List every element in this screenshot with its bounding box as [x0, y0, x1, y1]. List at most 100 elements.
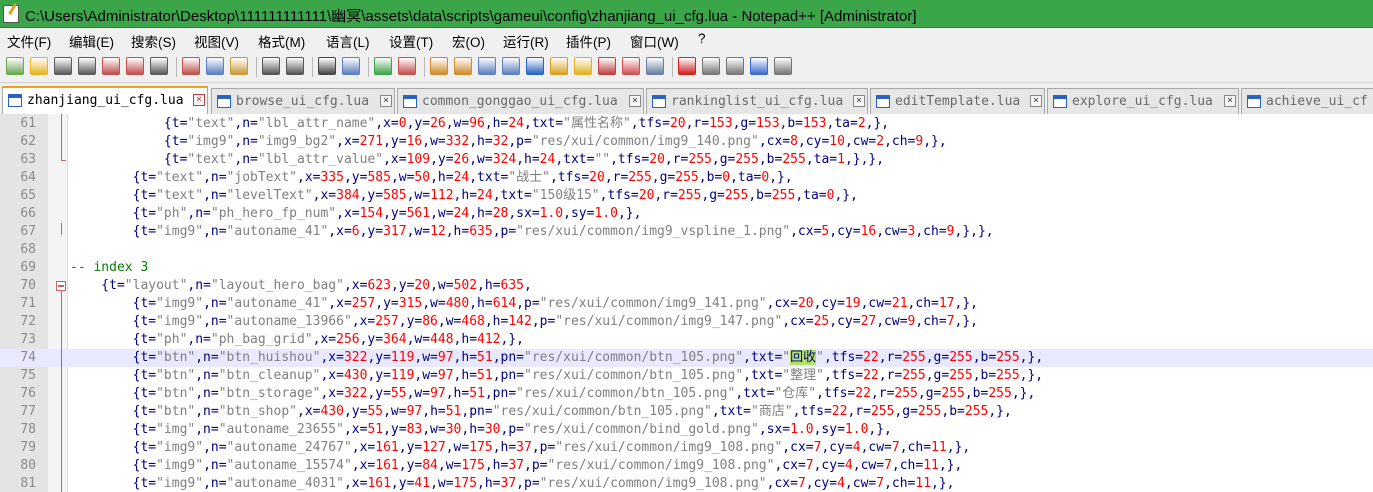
code-token: ,txt= — [555, 152, 595, 167]
monitor-icon[interactable] — [646, 57, 664, 75]
find-icon[interactable] — [318, 57, 336, 75]
udl-icon[interactable] — [550, 57, 568, 75]
tab-zhanjiang-ui-cfg[interactable]: zhanjiang_ui_cfg.lua × — [2, 86, 208, 115]
code-line[interactable]: 80 {t="img9",n="autoname_15574",x=161,y=… — [0, 457, 1373, 475]
menu-language[interactable]: 语言(L) — [326, 31, 370, 51]
copy-icon[interactable] — [206, 57, 224, 75]
stop-record-icon[interactable] — [702, 57, 720, 75]
code-text: {t="img9",n="autoname_41",x=6,y=317,w=12… — [70, 223, 994, 241]
run-multiple-icon[interactable] — [750, 57, 768, 75]
code-line[interactable]: 63 {t="text",n="lbl_attr_value",x=109,y=… — [0, 151, 1373, 169]
code-line[interactable]: 61 {t="text",n="lbl_attr_name",x=0,y=26,… — [0, 115, 1373, 133]
code-line[interactable]: 70 {t="layout",n="layout_hero_bag",x=623… — [0, 277, 1373, 295]
close-tab-icon[interactable]: × — [1030, 95, 1042, 107]
code-token: ,}, — [954, 314, 978, 329]
code-token: 255 — [949, 350, 973, 365]
undo-icon[interactable] — [262, 57, 280, 75]
tab-achieve-ui-cfg[interactable]: achieve_ui_cf — [1241, 88, 1373, 114]
code-line[interactable]: 78 {t="img",n="autoname_23655",x=51,y=83… — [0, 421, 1373, 439]
sync-h-icon[interactable] — [454, 57, 472, 75]
tab-browse-ui-cfg[interactable]: browse_ui_cfg.lua × — [211, 88, 395, 114]
sync-v-icon[interactable] — [430, 57, 448, 75]
doc-map-icon[interactable] — [574, 57, 592, 75]
tab-edit-template[interactable]: editTemplate.lua × — [870, 88, 1045, 114]
close-all-icon[interactable] — [126, 57, 144, 75]
menu-help[interactable]: ? — [698, 31, 706, 46]
new-file-icon[interactable] — [6, 57, 24, 75]
code-token: 28 — [492, 206, 509, 221]
menu-edit[interactable]: 编辑(E) — [69, 31, 114, 51]
fold-collapse-icon[interactable] — [56, 281, 66, 291]
function-list-icon[interactable] — [598, 57, 616, 75]
zoom-in-icon[interactable] — [374, 57, 392, 75]
code-token: ,x= — [351, 440, 376, 455]
code-token: ,w= — [422, 296, 446, 311]
code-token: 255 — [675, 170, 699, 185]
show-all-chars-icon[interactable] — [502, 57, 520, 75]
indent-guide-icon[interactable] — [526, 57, 544, 75]
close-tab-icon[interactable]: × — [853, 95, 865, 107]
code-line[interactable]: 77 {t="btn",n="btn_shop",x=430,y=55,w=97… — [0, 403, 1373, 421]
zoom-out-icon[interactable] — [398, 57, 416, 75]
paste-icon[interactable] — [230, 57, 248, 75]
code-text: -- index 3 — [70, 259, 148, 277]
code-token: ,ch= — [884, 476, 916, 491]
code-line[interactable]: 68 — [0, 241, 1373, 259]
close-tab-icon[interactable]: × — [193, 94, 205, 106]
record-macro-icon[interactable] — [678, 57, 696, 75]
redo-icon[interactable] — [286, 57, 304, 75]
tab-rankinglist-ui-cfg[interactable]: rankinglist_ui_cfg.lua × — [646, 88, 868, 114]
code-line[interactable]: 73 {t="ph",n="ph_bag_grid",x=256,y=364,w… — [0, 331, 1373, 349]
code-line[interactable]: 79 {t="img9",n="autoname_24767",x=161,y=… — [0, 439, 1373, 457]
word-wrap-icon[interactable] — [478, 57, 496, 75]
menu-settings[interactable]: 设置(T) — [389, 31, 433, 51]
code-token: 26 — [453, 152, 470, 167]
menu-plugins[interactable]: 插件(P) — [566, 31, 611, 51]
code-line[interactable]: 76 {t="btn",n="btn_storage",x=322,y=55,w… — [0, 385, 1373, 403]
close-icon[interactable] — [102, 57, 120, 75]
save-macro-icon[interactable] — [774, 57, 792, 75]
menu-macro[interactable]: 宏(O) — [452, 31, 485, 51]
code-line[interactable]: 65 {t="text",n="levelText",x=384,y=585,w… — [0, 187, 1373, 205]
code-token: 255 — [996, 368, 1020, 383]
code-line[interactable]: 72 {t="img9",n="autoname_13966",x=257,y=… — [0, 313, 1373, 331]
code-token: {t= — [70, 116, 188, 131]
close-tab-icon[interactable]: × — [629, 95, 641, 107]
code-token: ,}, — [923, 134, 947, 149]
code-line[interactable]: 67 {t="img9",n="autoname_41",x=6,y=317,w… — [0, 223, 1373, 241]
menu-format[interactable]: 格式(M) — [258, 31, 305, 51]
code-token: "btn_huishou" — [218, 350, 321, 365]
code-token: 324 — [492, 152, 517, 167]
save-icon[interactable] — [54, 57, 72, 75]
code-token: ,h= — [430, 170, 454, 185]
save-all-icon[interactable] — [78, 57, 96, 75]
menu-window[interactable]: 窗口(W) — [630, 31, 679, 51]
code-line[interactable]: 81 {t="img9",n="autoname_4031",x=161,y=4… — [0, 475, 1373, 492]
code-line[interactable]: 62 {t="img9",n="img9_bg2",x=271,y=16,w=3… — [0, 133, 1373, 151]
menu-search[interactable]: 搜索(S) — [131, 31, 176, 51]
tab-explore-ui-cfg[interactable]: explore_ui_cfg.lua × — [1047, 88, 1239, 114]
close-tab-icon[interactable]: × — [380, 95, 392, 107]
close-tab-icon[interactable]: × — [1224, 95, 1236, 107]
code-line[interactable]: 74 {t="btn",n="btn_huishou",x=322,y=119,… — [0, 349, 1373, 367]
print-icon[interactable] — [150, 57, 168, 75]
folder-workspace-icon[interactable] — [622, 57, 640, 75]
code-line[interactable]: 75 {t="btn",n="btn_cleanup",x=430,y=119,… — [0, 367, 1373, 385]
code-token: ,},}, — [954, 224, 994, 239]
code-line[interactable]: 66 {t="ph",n="ph_hero_fp_num",x=154,y=56… — [0, 205, 1373, 223]
code-editor[interactable]: 61 {t="text",n="lbl_attr_name",x=0,y=26,… — [0, 114, 1373, 492]
code-token: ,h= — [484, 116, 509, 131]
tab-common-gonggao-ui-cfg[interactable]: common_gonggao_ui_cfg.lua × — [397, 88, 644, 114]
code-line[interactable]: 71 {t="img9",n="autoname_41",x=257,y=315… — [0, 295, 1373, 313]
code-token: 12 — [430, 224, 446, 239]
menu-file[interactable]: 文件(F) — [7, 31, 51, 51]
code-line[interactable]: 69 -- index 3 — [0, 259, 1373, 277]
menu-run[interactable]: 运行(R) — [503, 31, 549, 51]
menu-view[interactable]: 视图(V) — [194, 31, 239, 51]
replace-icon[interactable] — [342, 57, 360, 75]
open-file-icon[interactable] — [30, 57, 48, 75]
code-token: ,n= — [203, 296, 227, 311]
cut-icon[interactable] — [182, 57, 200, 75]
code-line[interactable]: 64 {t="text",n="jobText",x=335,y=585,w=5… — [0, 169, 1373, 187]
playback-icon[interactable] — [726, 57, 744, 75]
